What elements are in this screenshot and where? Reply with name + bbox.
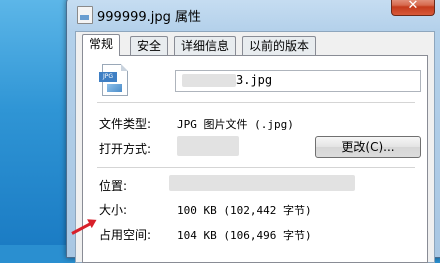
tab-previous-versions[interactable]: 以前的版本 [242, 36, 317, 55]
jpg-tag: JPG [99, 72, 117, 82]
divider [97, 102, 415, 103]
tab-general[interactable]: 常规 [82, 34, 121, 56]
file-type-label: 文件类型: [99, 117, 152, 131]
blurred-open-with-app [177, 136, 239, 156]
location-label: 位置: [99, 179, 128, 193]
file-name-text: 3.jpg [236, 73, 273, 87]
blurred-file-name [182, 74, 236, 87]
change-button[interactable]: 更改(C)... [315, 136, 421, 158]
disk-size-value: 104 KB (106,496 字节) [177, 229, 312, 242]
disk-size-label: 占用空间: [99, 228, 152, 242]
file-name-input[interactable]: 3.jpg [175, 70, 421, 92]
dialog-body: 常规 安全 详细信息 以前的版本 JPG 3.jpg 文件类型: JPG 图片文… [75, 31, 435, 263]
general-panel: JPG 3.jpg 文件类型: JPG 图片文件 (.jpg) 打开方式: 更改… [82, 55, 428, 263]
tab-security[interactable]: 安全 [130, 36, 169, 55]
properties-window: 999999.jpg 属性 ✕ 常规 安全 详细信息 以前的版本 JPG 3.j… [66, 0, 440, 263]
size-value: 100 KB (102,442 字节) [177, 204, 312, 217]
open-with-label: 打开方式: [99, 142, 152, 156]
close-button[interactable]: ✕ [391, 0, 435, 16]
file-type-value: JPG 图片文件 (.jpg) [177, 118, 294, 131]
file-icon [77, 6, 93, 24]
window-title: 999999.jpg 属性 [97, 10, 202, 25]
size-label: 大小: [99, 203, 128, 217]
tab-details[interactable]: 详细信息 [174, 36, 237, 55]
title-bar[interactable]: 999999.jpg 属性 [67, 1, 440, 27]
divider [97, 167, 415, 168]
jpg-file-icon: JPG [99, 64, 128, 96]
blurred-location-value [169, 175, 355, 191]
